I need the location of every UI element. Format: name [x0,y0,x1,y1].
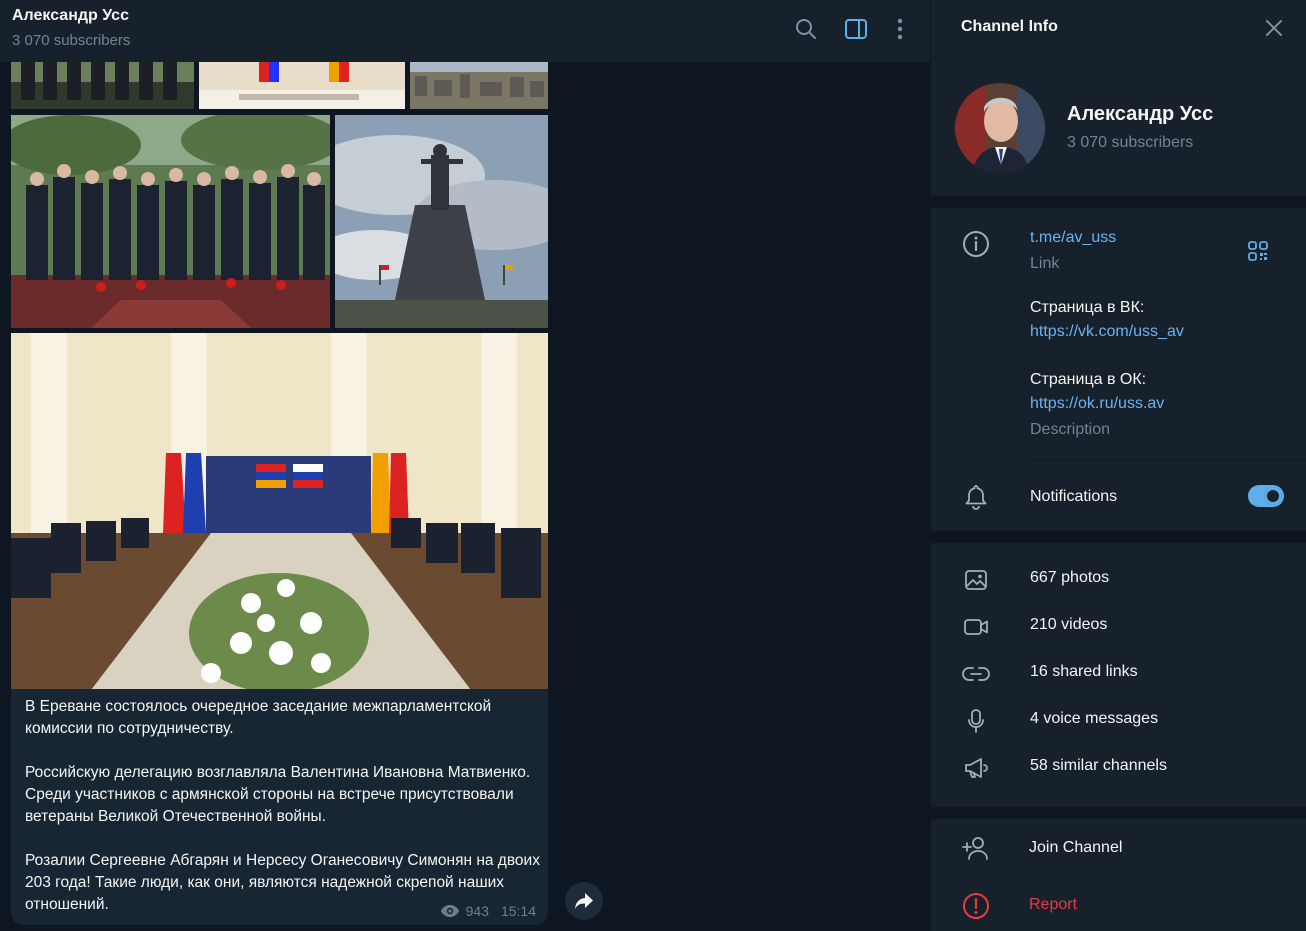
description-caption: Description [1030,421,1111,438]
ok-link[interactable]: https://ok.ru/uss.av [1030,395,1164,413]
video-icon [961,612,991,642]
notifications-label: Notifications [1030,488,1118,505]
join-channel-button[interactable]: Join Channel [1029,839,1122,857]
message-time: 15:14 [500,903,536,919]
vk-label: Страница в ВК: [1030,299,1145,316]
media-label: 667 photos [1030,569,1110,586]
section-separator [931,196,1306,208]
ok-label: Страница в ОК: [1030,371,1147,388]
vk-link[interactable]: https://vk.com/uss_av [1030,323,1184,341]
search-icon[interactable] [794,17,818,41]
microphone-icon [961,706,991,736]
report-button[interactable]: Report [1029,896,1077,914]
info-icon [961,229,991,259]
sidebar-toggle-icon[interactable] [844,17,868,41]
link-caption: Link [1030,255,1060,272]
link-icon [961,659,991,689]
section-separator [931,531,1306,543]
channel-subscribers: 3 070 subscribers [1067,134,1194,151]
more-menu-icon[interactable] [888,17,912,41]
section-separator [931,807,1306,819]
channel-info-panel: Channel Info Александр Усс 3 070 subscri… [930,0,1306,931]
media-row-videos[interactable]: 210 videos [931,607,1306,647]
add-user-icon[interactable] [961,833,991,863]
media-label: 4 voice messages [1030,710,1159,727]
bell-icon [961,482,991,512]
channel-name: Александр Усс [1067,103,1214,125]
chat-title[interactable]: Александр Усс [12,7,129,25]
message-meta: 943 15:14 [440,903,536,919]
message-text: В Ереване состоялось очередное заседание… [25,696,540,916]
message-paragraph: Российскую делегацию возглавляла Валенти… [25,764,531,825]
message-bubble[interactable]: В Ереване состоялось очередное заседание… [11,689,548,925]
divider [1029,460,1306,461]
album-photo-memorial-ceremony[interactable] [11,115,330,328]
channel-link[interactable]: t.me/av_uss [1030,229,1116,247]
media-label: 16 shared links [1030,663,1138,680]
media-label: 210 videos [1030,616,1108,633]
media-row-photos[interactable]: 667 photos [931,560,1306,600]
photo-icon [961,565,991,595]
megaphone-icon [961,753,991,783]
media-row-similar-channels[interactable]: 58 similar channels [931,748,1306,788]
chat-subscribers: 3 070 subscribers [12,32,131,49]
media-row-links[interactable]: 16 shared links [931,654,1306,694]
close-icon[interactable] [1262,16,1286,40]
notifications-toggle[interactable] [1248,485,1284,507]
media-row-voice[interactable]: 4 voice messages [931,701,1306,741]
message-paragraph: В Ереване состоялось очередное заседание… [25,698,492,737]
panel-title: Channel Info [961,18,1058,35]
qr-code-icon[interactable] [1248,241,1268,261]
forward-button[interactable] [565,882,603,920]
avatar[interactable] [955,83,1045,173]
media-label: 58 similar channels [1030,757,1167,774]
report-icon[interactable] [961,891,991,921]
views-eye-icon [440,905,459,917]
chat-header[interactable]: Александр Усс 3 070 subscribers [0,0,930,62]
forward-arrow-icon [575,893,593,909]
views-count: 943 [465,903,489,919]
chat-area: В Ереване состоялось очередное заседание… [0,0,930,931]
album-photo-mother-armenia-statue[interactable] [335,115,548,328]
album-photo-commission-meeting[interactable] [11,333,548,690]
